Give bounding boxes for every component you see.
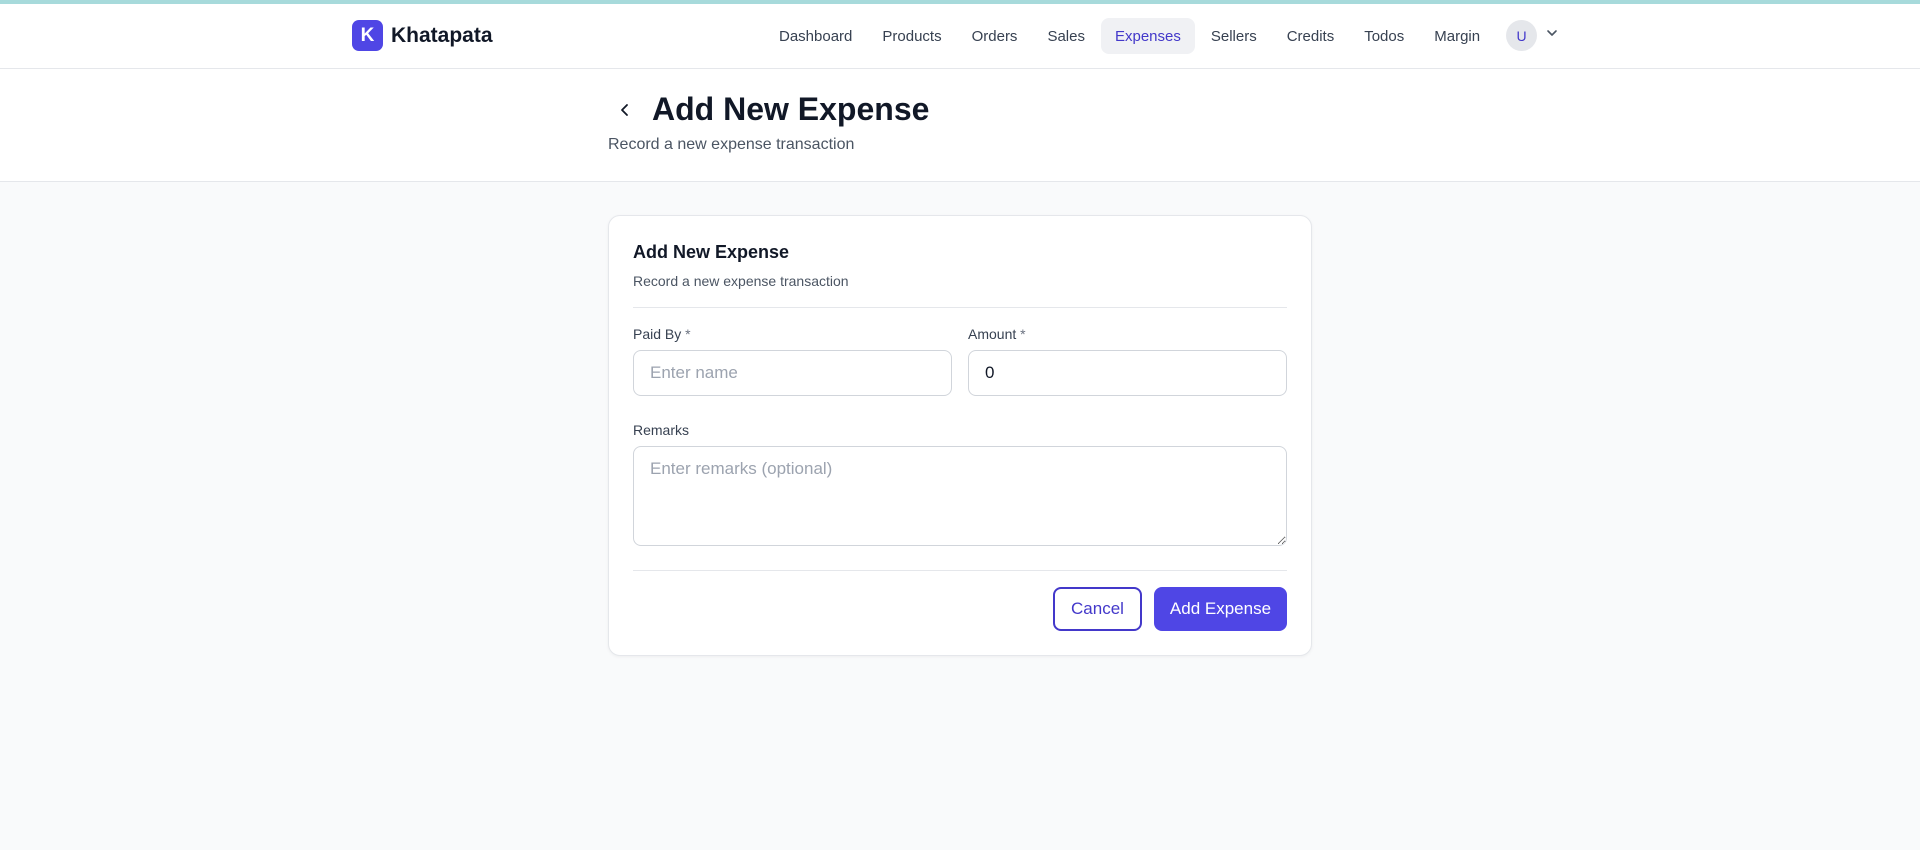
cancel-button[interactable]: Cancel [1053,587,1142,631]
top-navbar: K Khatapata Dashboard Products Orders Sa… [0,4,1920,69]
nav-item-margin[interactable]: Margin [1420,18,1494,54]
nav-item-sales[interactable]: Sales [1033,18,1099,54]
nav-item-orders[interactable]: Orders [958,18,1032,54]
required-mark: * [1020,326,1026,342]
paid-by-label-text: Paid By [633,326,682,342]
main-nav: Dashboard Products Orders Sales Expenses… [765,18,1494,54]
nav-item-expenses[interactable]: Expenses [1100,18,1195,54]
form-subtitle: Record a new expense transaction [633,273,849,289]
back-button[interactable] [608,95,642,129]
nav-item-credits[interactable]: Credits [1273,18,1349,54]
nav-item-dashboard[interactable]: Dashboard [765,18,866,54]
remarks-textarea[interactable] [633,446,1287,546]
page-header: Add New Expense Record a new expense tra… [0,69,1920,182]
form-divider-bottom [633,570,1287,571]
remarks-label: Remarks [633,422,690,438]
page-subtitle: Record a new expense transaction [608,136,855,153]
user-menu[interactable]: U [1506,20,1559,51]
amount-label-text: Amount [968,326,1017,342]
chevron-down-icon[interactable] [1545,26,1559,45]
add-expense-button[interactable]: Add Expense [1154,587,1287,631]
form-divider-top [633,307,1287,308]
paid-by-input[interactable] [633,350,952,396]
amount-input[interactable] [968,350,1287,396]
expense-form-card: Add New Expense Record a new expense tra… [608,215,1312,656]
page-title: Add New Expense [652,91,930,127]
nav-item-products[interactable]: Products [868,18,955,54]
chevron-left-icon [617,102,633,123]
required-mark: * [685,326,691,342]
brand-name: Khatapata [391,23,493,47]
paid-by-label: Paid By * [633,326,691,342]
nav-item-todos[interactable]: Todos [1350,18,1418,54]
form-title: Add New Expense [633,242,790,262]
brand[interactable]: K Khatapata [352,20,493,51]
brand-logo-icon: K [352,20,383,51]
nav-item-sellers[interactable]: Sellers [1197,18,1271,54]
amount-label: Amount * [968,326,1026,342]
avatar[interactable]: U [1506,20,1537,51]
